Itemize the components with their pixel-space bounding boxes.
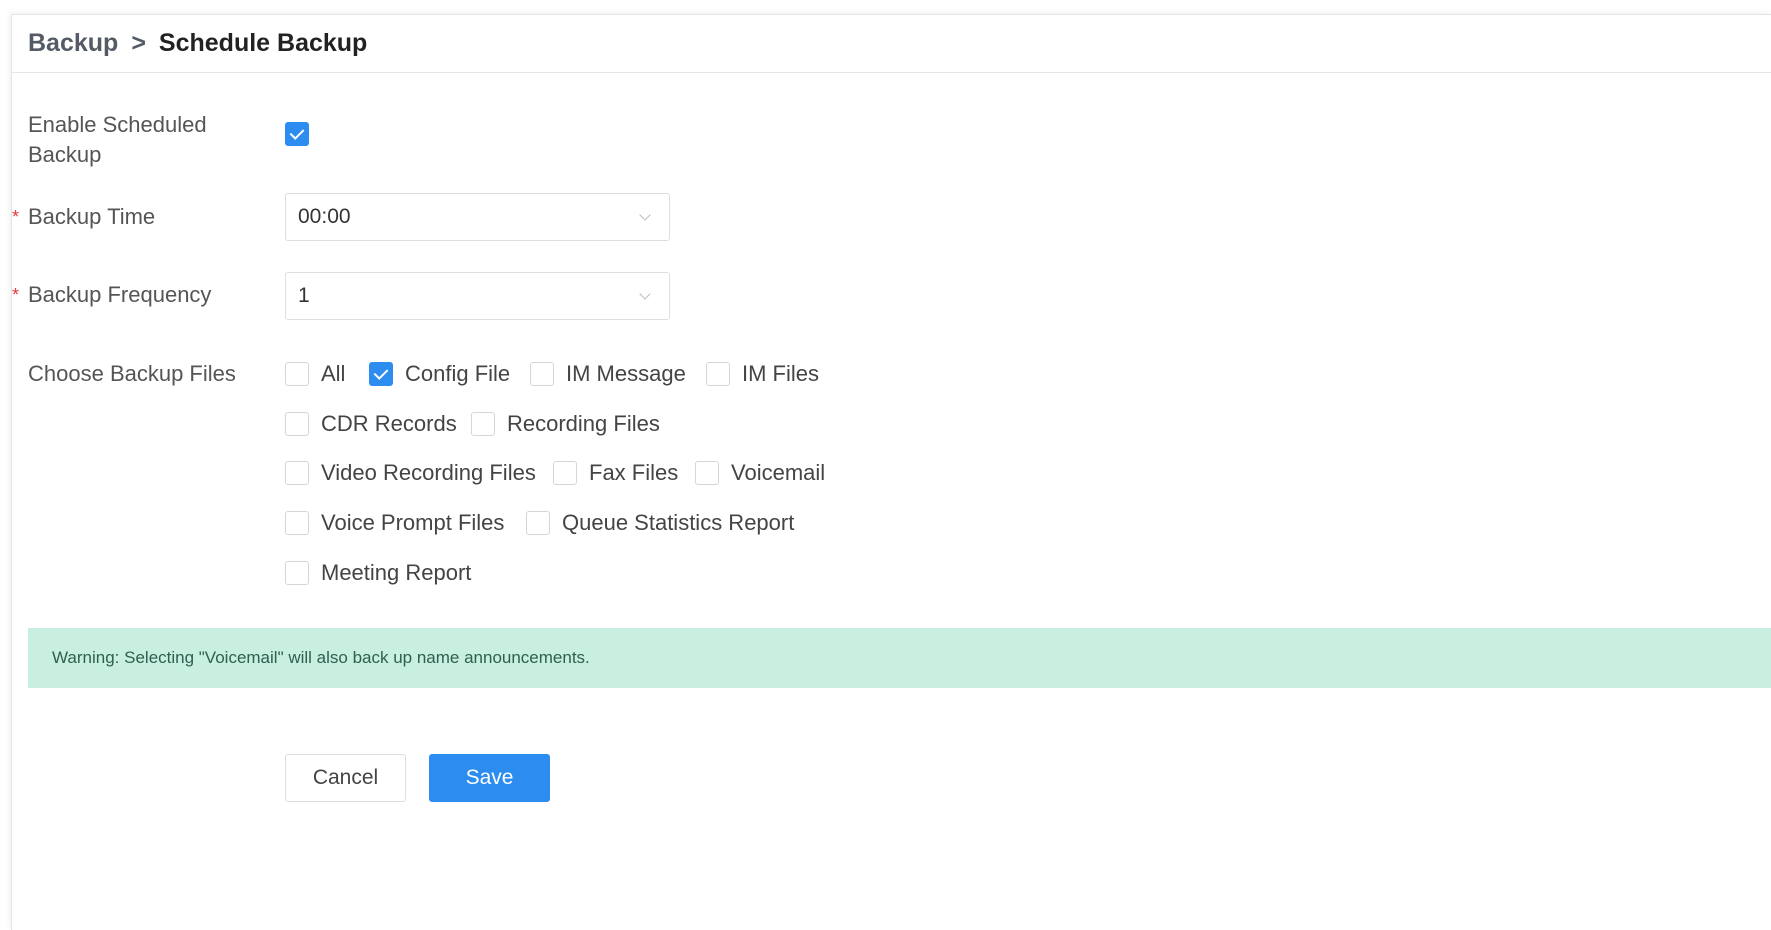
breadcrumb-parent[interactable]: Backup (28, 29, 118, 58)
option-label: Config File (405, 361, 511, 386)
option-config-file[interactable]: Config File (369, 359, 510, 389)
recording-files-checkbox[interactable] (471, 412, 495, 436)
config-file-checkbox[interactable] (369, 362, 393, 386)
backup-time-label-text: Backup Time (28, 204, 156, 229)
im-files-checkbox[interactable] (706, 362, 730, 386)
enable-scheduled-backup-checkbox[interactable] (285, 122, 309, 146)
video-recording-files-checkbox[interactable] (285, 461, 309, 485)
queue-statistics-report-checkbox[interactable] (526, 511, 550, 535)
backup-frequency-label: * Backup Frequency (12, 280, 212, 310)
page-title: Schedule Backup (158, 29, 368, 57)
option-label: Video Recording Files (321, 460, 536, 485)
enable-label-line1: Enable Scheduled (28, 112, 207, 137)
required-mark: * (12, 207, 20, 227)
option-label: Voicemail (731, 460, 826, 485)
option-label: IM Files (742, 361, 819, 386)
save-button[interactable]: Save (429, 754, 550, 802)
option-label: IM Message (566, 361, 686, 386)
backup-time-label: * Backup Time (12, 202, 156, 232)
option-voicemail[interactable]: Voicemail (695, 458, 825, 488)
backup-frequency-select[interactable]: 1 (285, 272, 670, 320)
enable-scheduled-backup-label: Enable Scheduled Backup (28, 110, 207, 170)
option-label: CDR Records (321, 411, 457, 436)
backup-frequency-value: 1 (298, 284, 310, 307)
voice-prompt-files-checkbox[interactable] (285, 511, 309, 535)
backup-frequency-label-text: Backup Frequency (28, 282, 212, 307)
option-recording-files[interactable]: Recording Files (471, 409, 660, 439)
option-video-recording-files[interactable]: Video Recording Files (285, 458, 536, 488)
warning-banner: Warning: Selecting "Voicemail" will also… (28, 628, 1771, 688)
breadcrumb: Backup > Schedule Backup (12, 15, 1771, 73)
meeting-report-checkbox[interactable] (285, 561, 309, 585)
option-fax-files[interactable]: Fax Files (553, 458, 678, 488)
option-label: Fax Files (589, 460, 679, 485)
enable-label-line2: Backup (28, 142, 102, 167)
option-queue-statistics-report[interactable]: Queue Statistics Report (526, 508, 794, 538)
option-meeting-report[interactable]: Meeting Report (285, 558, 471, 588)
backup-time-select[interactable]: 00:00 (285, 193, 670, 241)
option-im-message[interactable]: IM Message (530, 359, 686, 389)
voicemail-checkbox[interactable] (695, 461, 719, 485)
chevron-down-icon (639, 209, 651, 221)
schedule-backup-panel: Backup > Schedule Backup Enable Schedule… (11, 14, 1771, 930)
choose-backup-files-label: Choose Backup Files (28, 361, 236, 386)
option-cdr-records[interactable]: CDR Records (285, 409, 457, 439)
option-voice-prompt-files[interactable]: Voice Prompt Files (285, 508, 504, 538)
all-checkbox[interactable] (285, 362, 309, 386)
breadcrumb-separator-icon: > (131, 29, 146, 57)
option-all[interactable]: All (285, 359, 345, 389)
option-label: All (321, 361, 346, 386)
required-mark: * (12, 285, 20, 305)
option-im-files[interactable]: IM Files (706, 359, 819, 389)
im-message-checkbox[interactable] (530, 362, 554, 386)
option-label: Recording Files (507, 411, 660, 436)
fax-files-checkbox[interactable] (553, 461, 577, 485)
cdr-records-checkbox[interactable] (285, 412, 309, 436)
option-label: Meeting Report (321, 560, 472, 585)
cancel-button[interactable]: Cancel (285, 754, 406, 802)
chevron-down-icon (639, 288, 651, 300)
backup-time-value: 00:00 (298, 205, 351, 228)
option-label: Voice Prompt Files (321, 510, 505, 535)
option-label: Queue Statistics Report (562, 510, 795, 535)
